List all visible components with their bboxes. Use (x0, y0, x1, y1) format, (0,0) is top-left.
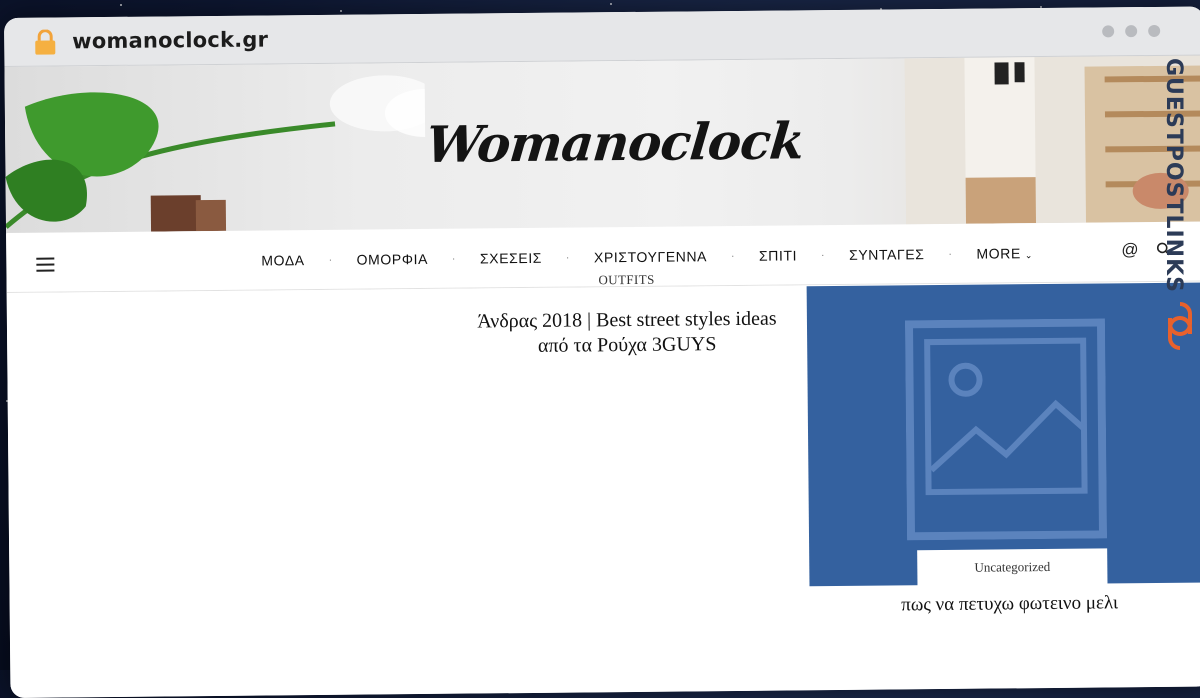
post-title-line-1: Άνδρας 2018 | Best street styles ideas (477, 307, 777, 333)
nav-item-more[interactable]: MORE ⌄ (976, 245, 1034, 262)
post-title-line-2: από τα Ρούχα 3GUYS (537, 333, 717, 357)
reading-woman-photo (904, 55, 1200, 225)
nav-separator: · (948, 248, 953, 260)
nav-item-omorfia[interactable]: ΟΜΟΡΦΙΑ (357, 251, 429, 268)
watermark-text: GUESTPOSTLINKS (1161, 58, 1186, 293)
nav-separator: · (731, 250, 736, 262)
nav-item-sxeseis[interactable]: ΣΧΕΣΕΙΣ (480, 250, 542, 267)
nav-separator: · (565, 252, 571, 264)
nav-item-spiti[interactable]: ΣΠΙΤΙ (759, 247, 797, 263)
chevron-down-icon: ⌄ (1024, 250, 1034, 261)
address-bar-url[interactable]: womanoclock.gr (72, 27, 268, 53)
image-placeholder-icon (904, 318, 1108, 541)
plant-decoration-image (4, 75, 427, 232)
nav-item-suntages[interactable]: ΣΥΝΤΑΓΕΣ (849, 246, 925, 263)
post-category-badge[interactable]: Uncategorized (917, 548, 1108, 587)
nav-item-xristougenna[interactable]: ΧΡΙΣΤΟΥΓΕΝΝΑ (594, 248, 707, 265)
more-label: MORE (976, 245, 1021, 262)
hamburger-menu-icon[interactable] (36, 257, 55, 272)
link-chain-icon (1168, 302, 1192, 350)
nav-separator: · (451, 253, 457, 265)
post-card-outfits[interactable]: OUTFITS Άνδρας 2018 | Best street styles… (416, 270, 837, 360)
post-title[interactable]: Άνδρας 2018 | Best street styles ideas α… (417, 306, 837, 360)
post-category[interactable]: OUTFITS (416, 270, 836, 290)
post-title-2[interactable]: πως να πετυχω φωτεινο μελι (810, 591, 1200, 617)
email-at-icon[interactable]: @ (1121, 240, 1138, 260)
nav-item-moda[interactable]: ΜΟΔΑ (261, 252, 305, 268)
featured-post-image[interactable]: Uncategorized (806, 282, 1200, 587)
browser-window: womanoclock.gr Womanoclock ΜΟΔΑ · ΟΜΟΡΦΙ… (4, 6, 1200, 698)
site-logo[interactable]: Womanoclock (422, 111, 807, 195)
lock-icon (35, 29, 56, 55)
site-header-banner: Womanoclock (4, 55, 1200, 233)
nav-separator: · (821, 249, 826, 261)
window-dot-2[interactable] (1125, 25, 1138, 38)
window-dot-1[interactable] (1102, 25, 1115, 38)
nav-menu: ΜΟΔΑ · ΟΜΟΡΦΙΑ · ΣΧΕΣΕΙΣ · ΧΡΙΣΤΟΥΓΕΝΝΑ … (261, 245, 1033, 268)
nav-separator: · (328, 254, 333, 266)
window-dot-3[interactable] (1148, 24, 1161, 38)
